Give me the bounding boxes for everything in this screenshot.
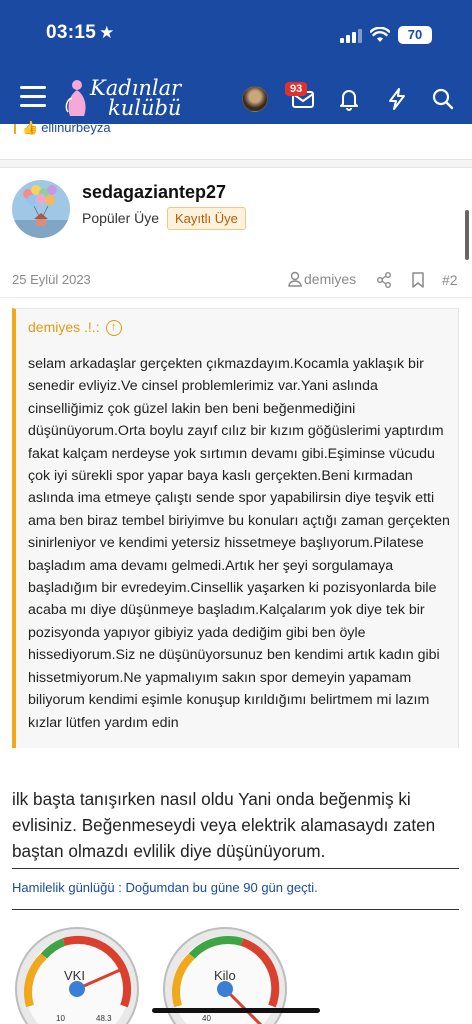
- quote-block: demiyes .!.: ↑ selam arkadaşlar gerçekten…: [12, 308, 459, 748]
- signature-link[interactable]: Hamilelik günlüğü : Doğumdan bu güne 90 …: [12, 880, 318, 895]
- quote-text: selam arkadaşlar gerçekten çıkmazdayım.K…: [28, 356, 450, 731]
- reaction-bar: 👍 ellinurbeyza: [0, 120, 472, 160]
- signature-divider-bottom: [12, 909, 459, 910]
- reaction-users[interactable]: 👍 ellinurbeyza: [22, 120, 111, 136]
- like-icon: 👍: [22, 120, 39, 135]
- battery-indicator: 70: [398, 26, 432, 44]
- signal-icon: [340, 29, 362, 43]
- reaction-accent: [14, 124, 16, 134]
- balloon-house-avatar-icon: [12, 180, 70, 238]
- status-bar: 03:15 ★ 70: [0, 22, 472, 50]
- gauge-label: VKI: [64, 968, 85, 983]
- signature-divider: [12, 868, 459, 869]
- gauge-min: 40: [202, 1014, 211, 1023]
- post-author-link[interactable]: demiyes: [288, 271, 356, 287]
- post-date[interactable]: 25 Eylül 2023: [12, 272, 91, 287]
- logo-figure-icon: [65, 80, 86, 116]
- user-banner: Kayıtlı Üye: [167, 207, 246, 230]
- user-title: Popüler Üye: [82, 210, 160, 226]
- bookmark-icon[interactable]: [409, 271, 427, 289]
- gauge-max: 48.3: [96, 1014, 112, 1023]
- status-time: 03:15 ★: [46, 22, 115, 43]
- gauge-label: Kilo: [214, 968, 236, 983]
- post-separator: [0, 160, 472, 168]
- menu-icon[interactable]: [20, 86, 46, 108]
- post-body: ilk başta tanışırken nasıl oldu Yani ond…: [12, 789, 436, 861]
- app-header: 03:15 ★ 70 Kadınlar kulübü 93: [0, 0, 472, 124]
- quote-author[interactable]: demiyes .!.: ↑: [28, 319, 122, 337]
- post-meta: 25 Eylül 2023 demiyes #2: [0, 262, 472, 298]
- notification-badge: 93: [285, 82, 308, 96]
- post-number[interactable]: #2: [442, 272, 458, 288]
- site-logo[interactable]: Kadınlar kulübü: [64, 74, 188, 120]
- post-author-avatar[interactable]: [12, 180, 70, 238]
- user-icon: [288, 271, 302, 287]
- user-avatar[interactable]: [242, 86, 268, 112]
- logo-text-line2: kulübü: [108, 96, 182, 120]
- wifi-icon: [370, 27, 390, 42]
- vki-gauge: VKI 10 48.3: [14, 926, 140, 1024]
- scrollbar[interactable]: [465, 210, 469, 260]
- post-username[interactable]: sedagaziantep27: [82, 182, 226, 203]
- arrow-up-icon: ↑: [105, 320, 122, 337]
- gauge-min: 10: [56, 1014, 65, 1023]
- bell-icon[interactable]: [336, 86, 362, 112]
- search-icon[interactable]: [430, 86, 456, 112]
- share-icon[interactable]: [375, 271, 393, 289]
- bolt-icon[interactable]: [384, 86, 410, 112]
- home-indicator[interactable]: [152, 1008, 320, 1013]
